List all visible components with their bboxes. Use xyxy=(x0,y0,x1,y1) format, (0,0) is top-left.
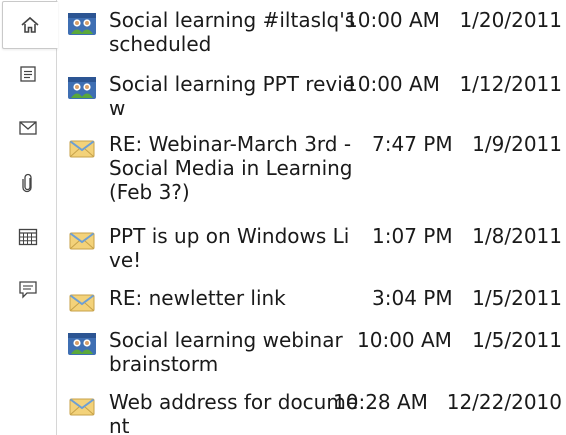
item-time: 10:00 AM xyxy=(357,328,452,352)
home-button[interactable] xyxy=(2,1,58,49)
calendar-icon xyxy=(18,228,38,246)
item-date: 1/8/2011 xyxy=(472,224,562,248)
item-date: 12/22/2010 xyxy=(446,390,562,414)
attachment-icon xyxy=(21,173,35,193)
item-time: 10:00 AM xyxy=(345,72,440,96)
item-list: Social learning #iltaslq's scheduled 10:… xyxy=(57,0,566,435)
item-date: 1/12/2011 xyxy=(459,72,562,96)
meeting-icon xyxy=(67,12,97,42)
mail-icon xyxy=(67,394,97,424)
item-date: 1/5/2011 xyxy=(472,328,562,352)
item-date: 1/9/2011 xyxy=(472,132,562,156)
item-time: 7:47 PM xyxy=(372,132,453,156)
details-button[interactable] xyxy=(8,54,48,94)
item-time: 1:07 PM xyxy=(372,224,453,248)
meeting-icon xyxy=(67,76,97,106)
item-time: 10:00 AM xyxy=(345,8,440,32)
item-date: 1/5/2011 xyxy=(472,286,562,310)
item-subject: RE: newletter link xyxy=(109,286,286,310)
comment-icon xyxy=(18,280,38,300)
item-subject: Social learning webinar brainstorm xyxy=(109,328,343,376)
item-time: 10:28 AM xyxy=(333,390,428,414)
mail-icon xyxy=(67,228,97,258)
mail-icon xyxy=(67,290,97,320)
mail-button[interactable] xyxy=(8,108,48,148)
item-subject: Web address for document xyxy=(109,390,359,435)
item-date: 1/20/2011 xyxy=(459,8,562,32)
item-subject: RE: Webinar-March 3rd - Social Media in … xyxy=(109,132,353,204)
mail-icon xyxy=(67,136,97,166)
item-subject: Social learning PPT review xyxy=(109,72,356,120)
comment-button[interactable] xyxy=(8,270,48,310)
attachment-button[interactable] xyxy=(8,163,48,203)
meeting-icon xyxy=(67,332,97,362)
calendar-button[interactable] xyxy=(8,217,48,257)
item-subject: Social learning #iltaslq's scheduled xyxy=(109,8,356,56)
item-subject: PPT is up on Windows Live! xyxy=(109,224,350,272)
sidebar xyxy=(0,0,58,435)
details-icon xyxy=(19,65,37,83)
item-time: 3:04 PM xyxy=(372,286,453,310)
mail-icon xyxy=(18,120,38,136)
home-icon xyxy=(20,15,40,35)
